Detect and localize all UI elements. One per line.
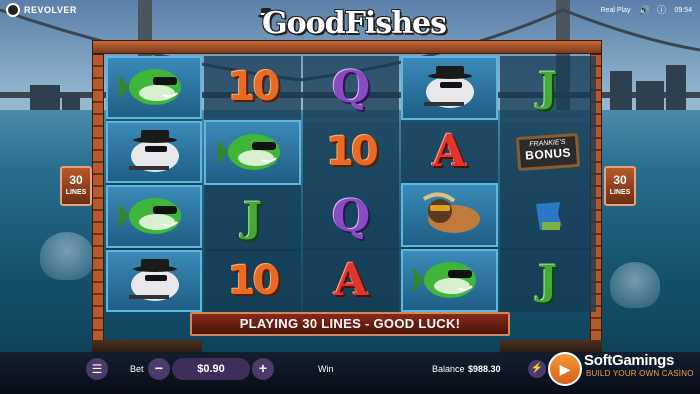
- reel-cell: FRANKIE'S BONUS: [499, 120, 597, 183]
- lines-label: LINES: [65, 189, 87, 196]
- jellyfish-left: [40, 232, 94, 280]
- balance-label: Balance: [432, 364, 465, 374]
- reel-3: Q 10 Q A: [302, 56, 400, 312]
- reel-cell: [204, 119, 301, 185]
- reel-cell: [401, 183, 498, 247]
- brand-name: REVOLVER: [24, 5, 77, 15]
- reel-4: A: [401, 56, 498, 312]
- reel-cell: A: [401, 121, 498, 181]
- lines-count: 30: [613, 173, 627, 187]
- green-fish-icon: [119, 190, 189, 242]
- reel-5: J FRANKIE'S BONUS J: [499, 56, 597, 312]
- softgamings-watermark: SoftGamings BUILD YOUR OWN CASINO: [584, 352, 694, 378]
- green-fish-icon: [217, 126, 288, 178]
- lines-label: LINES: [609, 189, 631, 196]
- ace-symbol: A: [432, 125, 467, 177]
- reel-cell: [106, 249, 203, 312]
- frame-top-beam: [92, 40, 602, 54]
- reel-grid: 10 J 10 Q 10 Q A A J FRANKIE'S BONUS J: [106, 56, 597, 312]
- watermark-name: SoftGamings: [584, 352, 675, 369]
- info-icon[interactable]: ⓘ: [656, 5, 666, 15]
- frame-left-girder: [92, 54, 104, 344]
- balance-value: $988.30: [468, 364, 501, 374]
- mobster-fish-icon: [119, 126, 189, 178]
- reel-cell: J: [499, 56, 597, 119]
- clock-label: 09:54: [674, 6, 692, 14]
- reel-cell: [106, 56, 203, 119]
- ace-symbol: A: [333, 255, 369, 307]
- reel-cell: Q: [302, 185, 400, 248]
- top-right-controls: Real Play 🔊 ⓘ 09:54: [601, 5, 693, 15]
- bet-increase-button[interactable]: +: [252, 358, 274, 380]
- reel-cell: Q: [302, 56, 400, 119]
- win-label: Win: [318, 364, 334, 374]
- jellyfish-right: [610, 262, 660, 308]
- queen-symbol: Q: [331, 61, 371, 113]
- ten-symbol: 10: [227, 63, 281, 110]
- bet-value: $0.90: [172, 358, 250, 380]
- spin-button[interactable]: ▶: [548, 352, 582, 386]
- reel-cell: A: [302, 249, 400, 312]
- reel-2: 10 J 10: [204, 56, 301, 312]
- menu-button[interactable]: ☰: [86, 358, 108, 380]
- reel-cell: [106, 185, 203, 248]
- lines-count: 30: [69, 173, 83, 187]
- bonus-big-text: BONUS: [524, 145, 572, 163]
- reel-cell: 10: [204, 250, 301, 312]
- green-fish-icon: [414, 254, 484, 306]
- brand: REVOLVER: [6, 3, 77, 17]
- lines-badge-right: 30 LINES: [604, 166, 636, 206]
- jack-symbol: J: [538, 63, 558, 111]
- reel-cell: [401, 248, 498, 312]
- green-fish-icon: [119, 61, 189, 113]
- ten-symbol: 10: [326, 128, 379, 175]
- mobster-fish-icon: [119, 255, 189, 307]
- revolver-logo-icon: [6, 3, 20, 17]
- sound-icon[interactable]: 🔊: [638, 5, 649, 15]
- frankies-bonus-sign: FRANKIE'S BONUS: [515, 132, 580, 171]
- reel-cell: [401, 56, 498, 120]
- reel-cell: J: [204, 187, 301, 249]
- turbo-lightning-button[interactable]: ⚡: [528, 360, 546, 378]
- ten-symbol: 10: [227, 258, 281, 305]
- wild-icon: [528, 196, 568, 236]
- bet-decrease-button[interactable]: −: [148, 358, 170, 380]
- mobster-fish-icon: [414, 62, 484, 114]
- jack-symbol: J: [243, 194, 263, 242]
- diva-fish-icon: [414, 189, 484, 241]
- queen-symbol: Q: [331, 190, 371, 242]
- play-mode-label: Real Play: [600, 6, 631, 14]
- reel-cell: [106, 120, 203, 183]
- message-banner: PLAYING 30 LINES - GOOD LUCK!: [190, 312, 510, 336]
- reel-1: [106, 56, 203, 312]
- watermark-tagline: BUILD YOUR OWN CASINO: [586, 369, 694, 378]
- reel-cell: [499, 185, 597, 248]
- reel-cell: 10: [204, 56, 301, 118]
- reel-cell: 10: [302, 120, 400, 183]
- jack-symbol: J: [538, 257, 558, 305]
- lines-badge-left: 30 LINES: [60, 166, 92, 206]
- bet-label: Bet: [130, 364, 144, 374]
- reel-cell: J: [499, 249, 597, 312]
